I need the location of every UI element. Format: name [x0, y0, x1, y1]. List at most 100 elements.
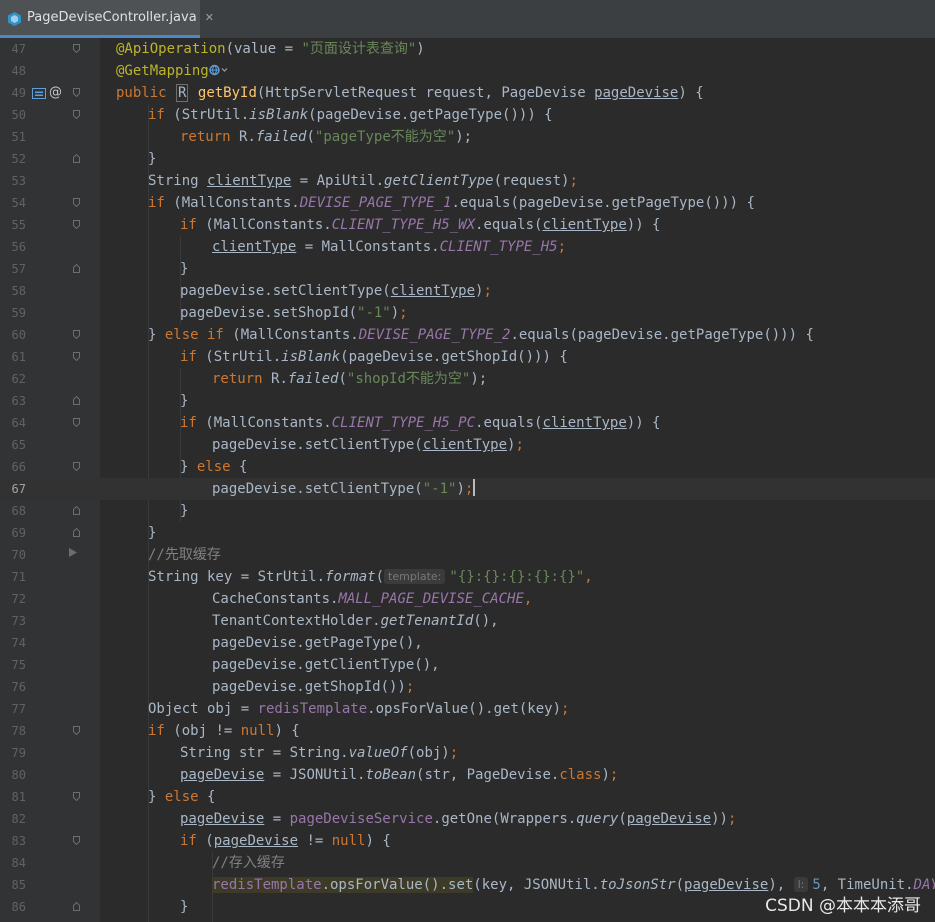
fold-marker-icon[interactable]	[73, 396, 80, 405]
file-tab-page-devise-controller[interactable]: PageDeviseController.java ✕	[0, 0, 214, 38]
code-text: pageDevise.setClientType(clientType);	[180, 283, 492, 299]
code-line: 62 return R.failed("shopId不能为空");	[0, 368, 935, 390]
line-number: 72	[11, 592, 26, 606]
fold-marker-icon[interactable]	[73, 264, 80, 273]
code-text: if (MallConstants.CLIENT_TYPE_H5_PC.equa…	[180, 415, 661, 431]
fold-marker-icon[interactable]	[73, 154, 80, 163]
line-number: 48	[11, 64, 26, 78]
code-line: 84 //存入缓存	[0, 852, 935, 874]
fold-marker-icon[interactable]	[73, 352, 80, 361]
collapse-arrow-icon[interactable]	[69, 548, 77, 557]
code-line: 66 } else {	[0, 456, 935, 478]
line-number: 80	[11, 768, 26, 782]
watermark: CSDN @本本本添哥	[765, 896, 921, 916]
code-text: if (obj != null) {	[148, 723, 300, 739]
code-line: 75 pageDevise.getClientType(),	[0, 654, 935, 676]
fold-marker-icon[interactable]	[73, 836, 80, 845]
close-icon[interactable]: ✕	[205, 11, 214, 24]
code-text: if (MallConstants.DEVISE_PAGE_TYPE_1.equ…	[148, 195, 755, 211]
code-line: 59 pageDevise.setShopId("-1");	[0, 302, 935, 324]
code-editor[interactable]: 47 @ApiOperation(value = "页面设计表查询") 48 @…	[0, 38, 935, 922]
code-text: pageDevise = pageDeviseService.getOne(Wr…	[180, 811, 737, 827]
line-number: 47	[11, 42, 26, 56]
code-text: if (StrUtil.isBlank(pageDevise.getPageTy…	[148, 107, 553, 123]
code-text: }	[180, 261, 189, 277]
line-number: 63	[11, 394, 26, 408]
current-code-line: 67 pageDevise.setClientType("-1");	[0, 478, 935, 500]
code-line: 78 if (obj != null) {	[0, 720, 935, 742]
code-text: TenantContextHolder.getTenantId(),	[212, 613, 499, 629]
code-line: 56 clientType = MallConstants.CLIENT_TYP…	[0, 236, 935, 258]
code-text: pageDevise.getShopId());	[212, 679, 415, 695]
code-line: 53 String clientType = ApiUtil.getClient…	[0, 170, 935, 192]
code-text: return R.failed("shopId不能为空");	[212, 371, 488, 387]
code-text: //先取缓存	[148, 547, 221, 563]
line-number: 62	[11, 372, 26, 386]
fold-marker-icon[interactable]	[73, 110, 80, 119]
code-text: if (pageDevise != null) {	[180, 833, 391, 849]
code-text: pageDevise = JSONUtil.toBean(str, PageDe…	[180, 767, 619, 783]
line-number: 71	[11, 570, 26, 584]
code-text: clientType = MallConstants.CLIENT_TYPE_H…	[212, 239, 567, 255]
code-text: }	[180, 393, 189, 409]
code-text: } else {	[180, 459, 248, 475]
code-text: //存入缓存	[212, 855, 285, 871]
code-line: 63 }	[0, 390, 935, 412]
code-line: 81 } else {	[0, 786, 935, 808]
web-endpoint-icon[interactable]	[209, 64, 229, 76]
line-number: 55	[11, 218, 26, 232]
line-number: 49	[11, 86, 26, 100]
code-text: String clientType = ApiUtil.getClientTyp…	[148, 173, 578, 189]
fold-marker-icon[interactable]	[73, 330, 80, 339]
fold-marker-icon[interactable]	[73, 220, 80, 229]
code-line: 51 return R.failed("pageType不能为空");	[0, 126, 935, 148]
line-number: 52	[11, 152, 26, 166]
line-number: 60	[11, 328, 26, 342]
code-line: 82 pageDevise = pageDeviseService.getOne…	[0, 808, 935, 830]
fold-marker-icon[interactable]	[73, 902, 80, 911]
code-line: 60 } else if (MallConstants.DEVISE_PAGE_…	[0, 324, 935, 346]
fold-marker-icon[interactable]	[73, 528, 80, 537]
fold-marker-icon[interactable]	[73, 44, 80, 53]
line-number: 56	[11, 240, 26, 254]
code-line: 69 }	[0, 522, 935, 544]
fold-marker-icon[interactable]	[73, 506, 80, 515]
line-number: 79	[11, 746, 26, 760]
line-number: 73	[11, 614, 26, 628]
line-number: 75	[11, 658, 26, 672]
override-icon[interactable]: @	[49, 82, 62, 104]
code-line: 64 if (MallConstants.CLIENT_TYPE_H5_PC.e…	[0, 412, 935, 434]
code-text: }	[148, 525, 157, 541]
code-line: 49 @ public R getById(HttpServletRequest…	[0, 82, 935, 104]
line-number: 82	[11, 812, 26, 826]
line-number: 59	[11, 306, 26, 320]
line-number: 84	[11, 856, 26, 870]
line-number: 66	[11, 460, 26, 474]
code-line: 68 }	[0, 500, 935, 522]
fold-marker-icon[interactable]	[73, 198, 80, 207]
fold-marker-icon[interactable]	[73, 792, 80, 801]
code-text: pageDevise.setClientType("-1");	[212, 479, 476, 497]
request-mapping-icon[interactable]	[32, 88, 46, 99]
fold-marker-icon[interactable]	[73, 726, 80, 735]
line-number: 76	[11, 680, 26, 694]
code-line: 52 }	[0, 148, 935, 170]
line-number: 81	[11, 790, 26, 804]
code-line: 57 }	[0, 258, 935, 280]
code-line: 76 pageDevise.getShopId());	[0, 676, 935, 698]
code-text: String key = StrUtil.format(template: "{}…	[148, 569, 593, 585]
line-number: 85	[11, 878, 26, 892]
editor-tab-bar: PageDeviseController.java ✕	[0, 0, 935, 39]
line-number: 74	[11, 636, 26, 650]
parameter-hint: template:	[384, 569, 446, 584]
fold-marker-icon[interactable]	[73, 418, 80, 427]
fold-marker-icon[interactable]	[73, 88, 80, 97]
code-text: @ApiOperation(value = "页面设计表查询")	[116, 41, 425, 57]
code-text: pageDevise.setClientType(clientType);	[212, 437, 524, 453]
code-line: 55 if (MallConstants.CLIENT_TYPE_H5_WX.e…	[0, 214, 935, 236]
code-text: } else if (MallConstants.DEVISE_PAGE_TYP…	[148, 327, 814, 343]
fold-marker-icon[interactable]	[73, 462, 80, 471]
code-text: }	[148, 151, 157, 167]
code-text: pageDevise.getClientType(),	[212, 657, 440, 673]
line-number: 61	[11, 350, 26, 364]
